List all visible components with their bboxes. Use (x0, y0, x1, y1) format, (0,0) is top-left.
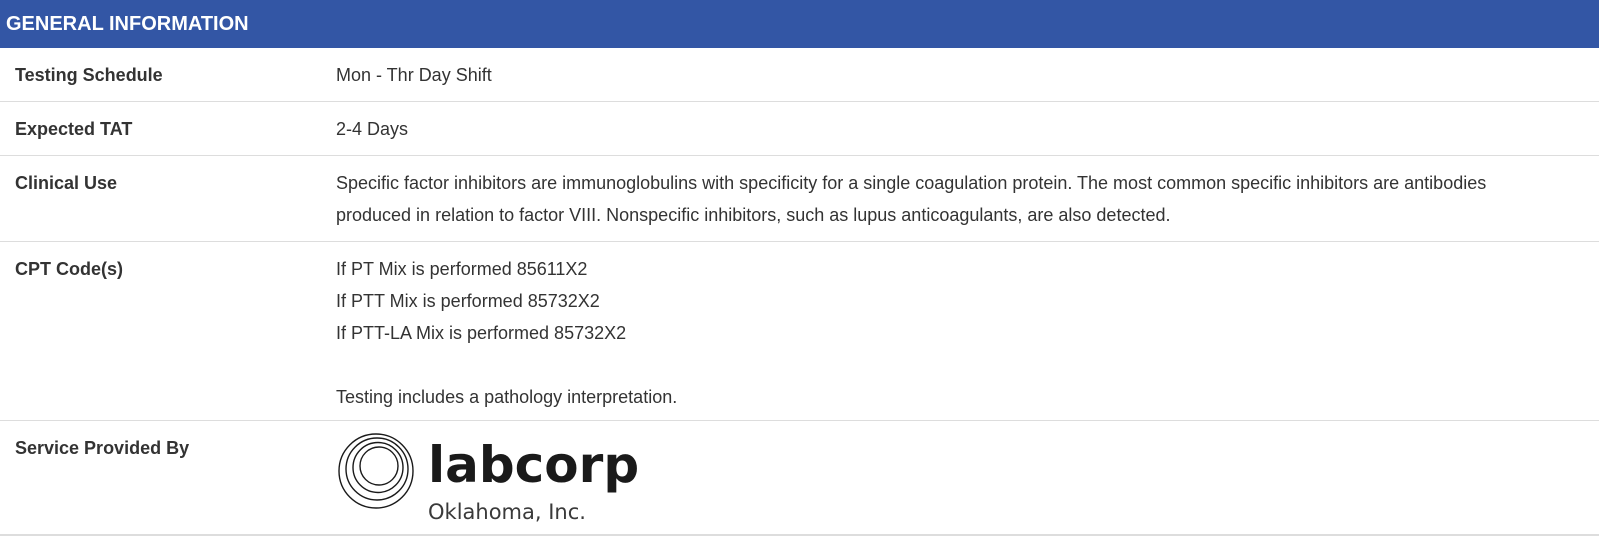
labcorp-logo: labcorp Oklahoma, Inc. (336, 431, 640, 531)
service-provided-by-label: Service Provided By (15, 438, 190, 458)
cpt-line: If PT Mix is performed 85611X2 (336, 259, 588, 279)
cpt-spacer (336, 349, 1539, 381)
pathology-note: Testing includes a pathology interpretat… (336, 387, 678, 407)
row-expected-tat: Expected TAT 2-4 Days (0, 102, 1599, 156)
cpt-codes-value: If PT Mix is performed 85611X2 If PTT Mi… (336, 253, 1599, 420)
row-testing-schedule: Testing Schedule Mon - Thr Day Shift (0, 48, 1599, 102)
service-provider-value: labcorp Oklahoma, Inc. (336, 432, 1599, 534)
labcorp-subtitle: Oklahoma, Inc. (428, 500, 586, 524)
row-cpt-codes: CPT Code(s) If PT Mix is performed 85611… (0, 242, 1599, 421)
labcorp-wordmark: labcorp (428, 436, 640, 494)
cpt-line: If PTT Mix is performed 85732X2 (336, 291, 600, 311)
cpt-line: If PTT-LA Mix is performed 85732X2 (336, 323, 627, 343)
cpt-codes-label: CPT Code(s) (15, 259, 123, 279)
expected-tat-value: 2-4 Days (336, 119, 409, 139)
expected-tat-label: Expected TAT (15, 119, 133, 139)
concentric-circles-logo-icon (338, 433, 414, 509)
clinical-use-value: Specific factor inhibitors are immunoglo… (336, 173, 1487, 225)
testing-schedule-label: Testing Schedule (15, 65, 163, 85)
general-information-section: GENERAL INFORMATION Testing Schedule Mon… (0, 0, 1599, 536)
section-header: GENERAL INFORMATION (0, 0, 1599, 48)
clinical-use-label: Clinical Use (15, 173, 118, 193)
testing-schedule-value: Mon - Thr Day Shift (336, 65, 492, 85)
row-clinical-use: Clinical Use Specific factor inhibitors … (0, 156, 1599, 242)
row-service-provided-by: Service Provided By labcorp Oklahoma, In… (0, 421, 1599, 536)
